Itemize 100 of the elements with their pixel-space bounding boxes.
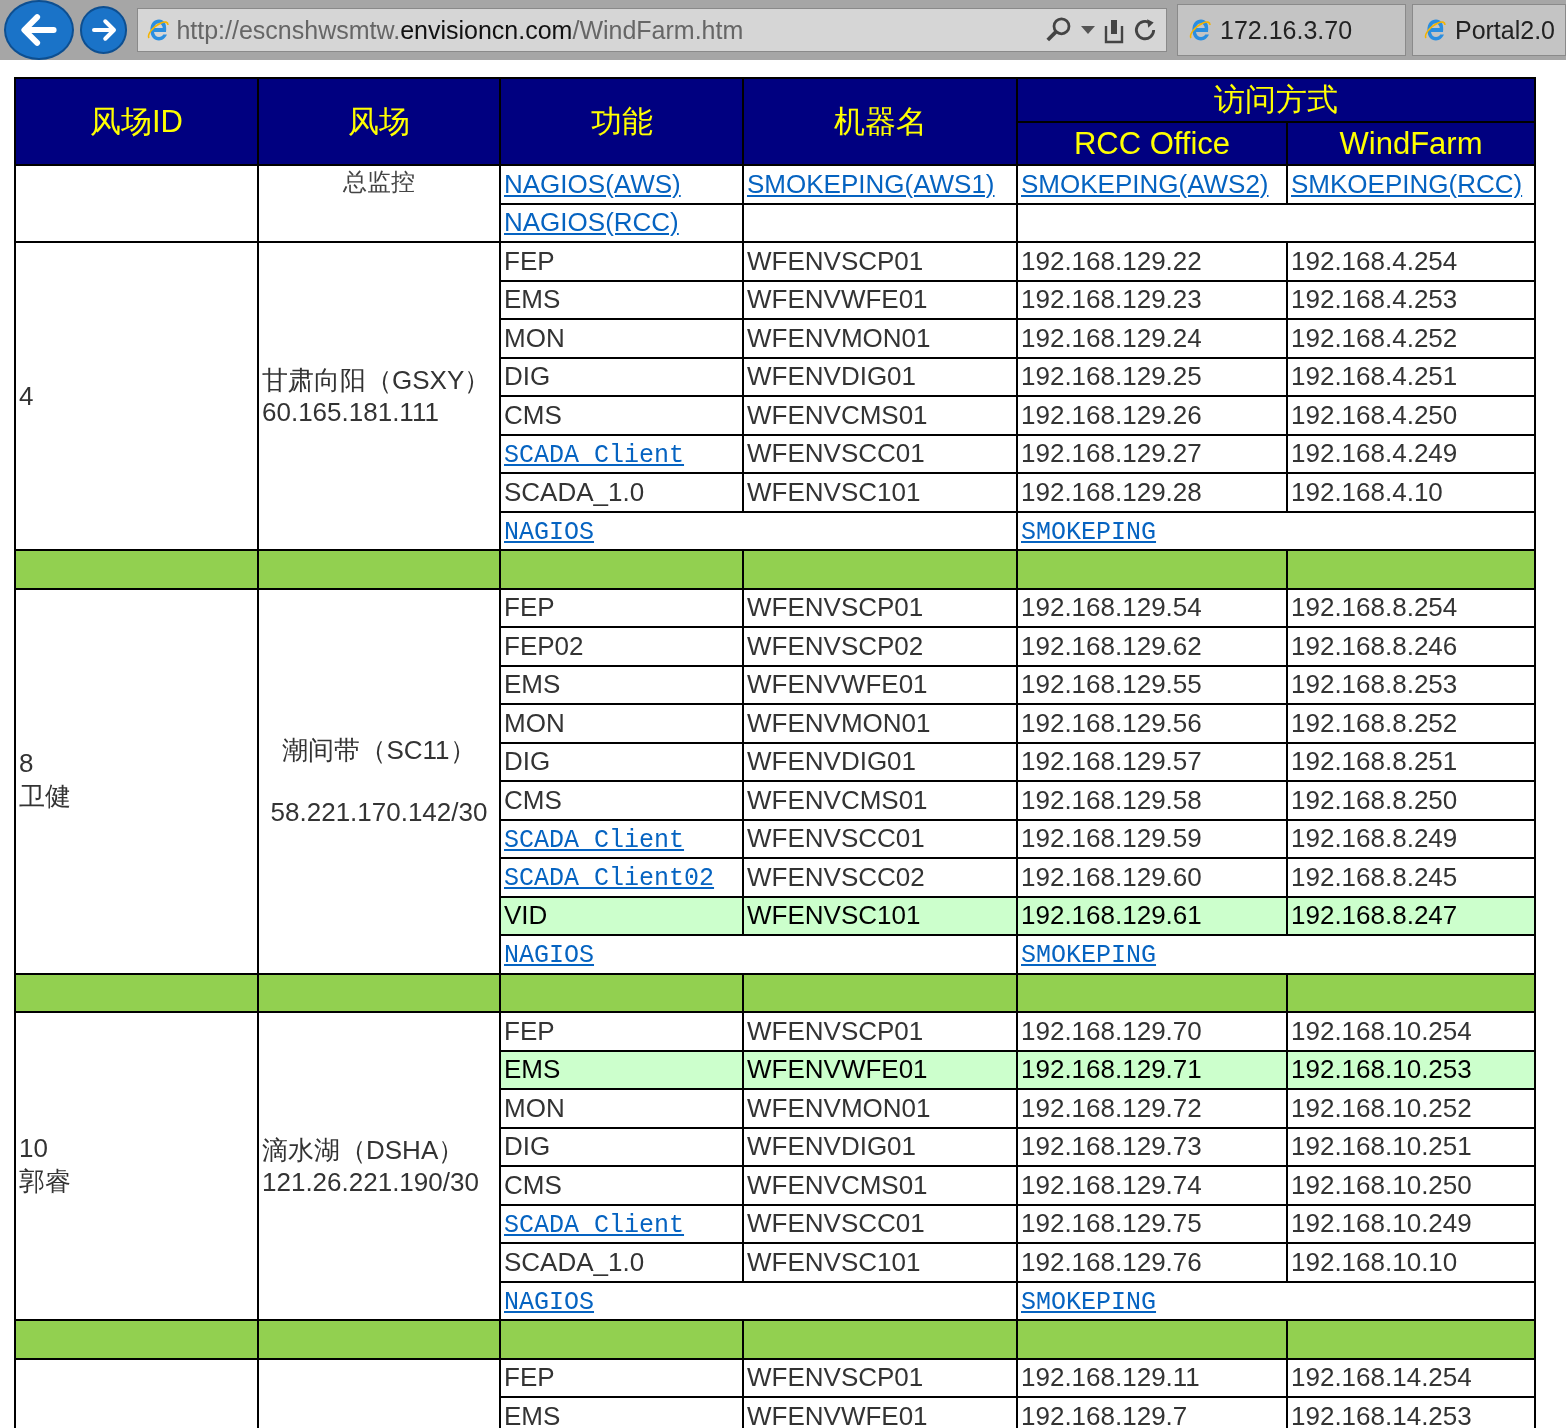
column-header: 机器名 [743, 78, 1017, 165]
table-cell: WFENVMON01 [743, 704, 1017, 743]
table-cell: 192.168.129.56 [1017, 704, 1287, 743]
table-cell: 192.168.10.252 [1287, 1089, 1535, 1128]
table-cell: 192.168.129.59 [1017, 819, 1287, 858]
table-cell: 192.168.4.251 [1287, 357, 1535, 396]
table-cell: 192.168.10.250 [1287, 1166, 1535, 1205]
table-cell: MON [500, 704, 743, 743]
table-cell: 192.168.8.249 [1287, 819, 1535, 858]
table-cell: WFENVSCP01 [743, 1012, 1017, 1051]
table-cell: WFENVDIG01 [743, 1127, 1017, 1166]
table-cell: 8 卫健 [15, 588, 258, 974]
table-cell: 192.168.4.249 [1287, 434, 1535, 473]
table-cell: 192.168.8.246 [1287, 627, 1535, 666]
table-cell: FEP [500, 588, 743, 627]
table-cell: 192.168.4.254 [1287, 242, 1535, 281]
table-cell: 192.168.129.23 [1017, 280, 1287, 319]
table-cell: 192.168.129.58 [1017, 781, 1287, 820]
table-cell: 192.168.10.249 [1287, 1204, 1535, 1243]
table-cell: 192.168.129.11 [1017, 1358, 1287, 1397]
table-cell: CMS [500, 781, 743, 820]
table-cell: 192.168.10.251 [1287, 1127, 1535, 1166]
link[interactable]: NAGIOS [504, 941, 594, 971]
table-cell: WFENVSCP01 [743, 242, 1017, 281]
table-cell: WFENVWFE01 [743, 280, 1017, 319]
table-cell: 192.168.8.254 [1287, 588, 1535, 627]
table-cell: WFENVWFE01 [743, 1050, 1017, 1089]
table-cell: WFENVSCC01 [743, 1204, 1017, 1243]
table-cell: 192.168.8.250 [1287, 781, 1535, 820]
table-cell: FEP [500, 242, 743, 281]
table-cell: FEP02 [500, 627, 743, 666]
table-cell: WFENVSC101 [743, 896, 1017, 935]
table-cell: 总监控 [258, 165, 500, 242]
table-cell: 192.168.129.70 [1017, 1012, 1287, 1051]
browser-tab[interactable]: 172.16.3.70 [1177, 4, 1406, 56]
column-header: WindFarm [1287, 122, 1535, 165]
table-cell: 192.168.10.10 [1287, 1243, 1535, 1282]
table-cell: CMS [500, 396, 743, 435]
table-cell: WFENVSCP01 [743, 1358, 1017, 1397]
table-cell: CMS [500, 1166, 743, 1205]
table-cell: 192.168.129.54 [1017, 588, 1287, 627]
table-cell: WFENVSC101 [743, 1243, 1017, 1282]
table-cell: 192.168.129.57 [1017, 742, 1287, 781]
table-cell: WFENVDIG01 [743, 742, 1017, 781]
column-header: 风场ID [15, 78, 258, 165]
table-cell: 192.168.14.254 [1287, 1358, 1535, 1397]
table-cell: WFENVSCC02 [743, 858, 1017, 897]
table-cell: 192.168.129.24 [1017, 319, 1287, 358]
table-cell: DIG [500, 742, 743, 781]
table-cell: 192.168.8.251 [1287, 742, 1535, 781]
forward-button[interactable] [79, 6, 128, 54]
table-cell: 192.168.129.62 [1017, 627, 1287, 666]
table-cell: WFENVCMS01 [743, 1166, 1017, 1205]
column-header: 风场 [258, 78, 500, 165]
caret-icon[interactable] [1080, 25, 1097, 35]
browser-logo-icon [1188, 18, 1213, 42]
table-cell: DIG [500, 357, 743, 396]
table-cell: WFENVMON01 [743, 1089, 1017, 1128]
table-cell: FEP [500, 1358, 743, 1397]
table-cell: EMS [500, 280, 743, 319]
url-text: http://escnshwsmtw.envisioncn.com/WindFarm.htm [176, 15, 745, 45]
table-cell: WFENVDIG01 [743, 357, 1017, 396]
link[interactable]: NAGIOS [504, 517, 594, 547]
table-cell: WFENVSC101 [743, 473, 1017, 512]
table-cell: 192.168.129.75 [1017, 1204, 1287, 1243]
table-cell: 192.168.10.254 [1287, 1012, 1535, 1051]
table-cell: WFENVCMS01 [743, 781, 1017, 820]
column-group-header: 访问方式 [1017, 78, 1535, 122]
table-cell: WFENVMON01 [743, 319, 1017, 358]
table-cell: 192.168.129.73 [1017, 1127, 1287, 1166]
table-cell: 192.168.129.27 [1017, 434, 1287, 473]
table-cell: 192.168.8.245 [1287, 858, 1535, 897]
table-cell: WFENVCMS01 [743, 396, 1017, 435]
column-header: 功能 [500, 78, 743, 165]
column-header: RCC Office [1017, 122, 1287, 165]
address-bar[interactable]: http://escnshwsmtw.envisioncn.com/WindFarm.htm [137, 8, 1168, 52]
browser-logo-icon [146, 18, 171, 42]
browser-tab[interactable]: Portal2.0 [1411, 4, 1566, 56]
table-cell: 192.168.129.55 [1017, 665, 1287, 704]
table-cell: WFENVSCP02 [743, 627, 1017, 666]
table-cell: 192.168.8.252 [1287, 704, 1535, 743]
table-cell: 192.168.129.74 [1017, 1166, 1287, 1205]
table-cell: 192.168.4.250 [1287, 396, 1535, 435]
table-cell: WFENVWFE01 [743, 665, 1017, 704]
table-cell: 192.168.4.252 [1287, 319, 1535, 358]
table-cell: EMS [500, 665, 743, 704]
farm-name: 滴水湖（DSHA） 121.26.221.190/30 [262, 1133, 479, 1199]
table-cell: 192.168.129.25 [1017, 357, 1287, 396]
table-cell: 192.168.129.60 [1017, 858, 1287, 897]
link[interactable]: NAGIOS [504, 1287, 594, 1317]
table-cell: DIG [500, 1127, 743, 1166]
table-cell: SCADA_1.0 [500, 1243, 743, 1282]
table-cell: 192.168.8.247 [1287, 896, 1535, 935]
browser-logo-icon [1422, 18, 1447, 42]
table-cell: EMS [500, 1050, 743, 1089]
table-cell: FEP [500, 1012, 743, 1051]
farm-name: 甘肃向阳（GSXY） 60.165.181.111 [262, 363, 491, 429]
table-cell: 192.168.129.26 [1017, 396, 1287, 435]
table-cell: 192.168.4.10 [1287, 473, 1535, 512]
table-cell: 192.168.129.76 [1017, 1243, 1287, 1282]
